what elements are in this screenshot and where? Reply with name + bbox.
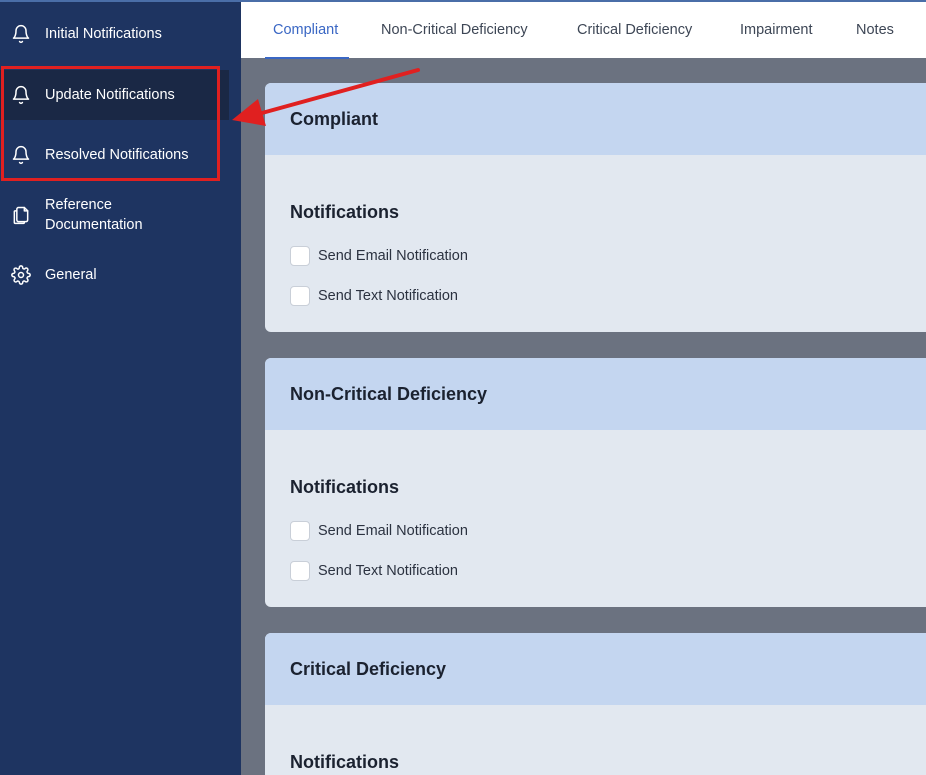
section-title: Notifications: [290, 752, 400, 772]
send-email-checkbox[interactable]: [290, 246, 310, 266]
bell-icon: [11, 145, 31, 165]
sidebar-item-label: Reference Documentation: [45, 197, 143, 233]
checkbox-label: Send Email Notification: [318, 523, 468, 539]
tab-notes[interactable]: Notes: [856, 22, 894, 38]
sidebar-item-update-notifications[interactable]: Update Notifications: [0, 70, 229, 120]
card-title: Critical Deficiency: [265, 633, 926, 705]
send-text-checkbox-row[interactable]: Send Text Notification: [290, 561, 458, 581]
checkbox-label: Send Email Notification: [318, 248, 468, 264]
gear-icon: [11, 265, 31, 285]
section-title: Notifications: [290, 202, 400, 222]
checkbox-label: Send Text Notification: [318, 563, 458, 579]
sidebar: Initial Notifications Update Notificatio…: [0, 0, 241, 775]
card-compliant: Compliant Notifications Send Email Notif…: [265, 83, 926, 332]
send-email-checkbox[interactable]: [290, 521, 310, 541]
card-title: Compliant: [265, 83, 926, 155]
tab-compliant[interactable]: Compliant: [273, 22, 338, 38]
tab-impairment[interactable]: Impairment: [740, 22, 813, 38]
tab-non-critical-deficiency[interactable]: Non-Critical Deficiency: [381, 22, 528, 38]
tab-critical-deficiency[interactable]: Critical Deficiency: [577, 22, 692, 38]
sidebar-item-general[interactable]: General: [0, 250, 229, 300]
bell-icon: [11, 24, 31, 44]
sidebar-item-label: General: [45, 267, 97, 283]
send-text-checkbox[interactable]: [290, 561, 310, 581]
send-text-checkbox-row[interactable]: Send Text Notification: [290, 286, 458, 306]
checkbox-label: Send Text Notification: [318, 288, 458, 304]
sidebar-item-resolved-notifications[interactable]: Resolved Notifications: [0, 130, 229, 180]
document-copy-icon: [11, 205, 31, 225]
sidebar-item-reference-documentation[interactable]: Reference Documentation: [0, 188, 229, 242]
sidebar-item-label: Update Notifications: [45, 87, 175, 103]
sidebar-item-label: Resolved Notifications: [45, 147, 189, 163]
tab-bar: Compliant Non-Critical Deficiency Critic…: [241, 0, 926, 59]
section-title: Notifications: [290, 477, 400, 497]
sidebar-item-initial-notifications[interactable]: Initial Notifications: [0, 4, 229, 64]
send-email-checkbox-row[interactable]: Send Email Notification: [290, 246, 468, 266]
bell-icon: [11, 85, 31, 105]
sidebar-item-label: Initial Notifications: [45, 26, 162, 42]
card-critical-deficiency: Critical Deficiency Notifications: [265, 633, 926, 775]
send-email-checkbox-row[interactable]: Send Email Notification: [290, 521, 468, 541]
active-tab-indicator: [265, 57, 349, 59]
card-title: Non-Critical Deficiency: [265, 358, 926, 430]
send-text-checkbox[interactable]: [290, 286, 310, 306]
card-non-critical-deficiency: Non-Critical Deficiency Notifications Se…: [265, 358, 926, 607]
